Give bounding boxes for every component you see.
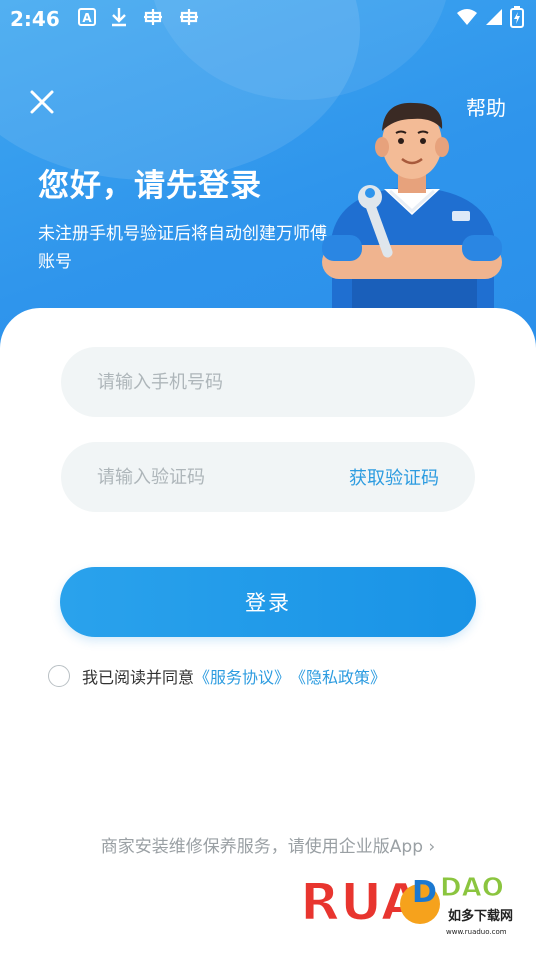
battery-icon — [510, 6, 524, 33]
enterprise-app-link[interactable]: 商家安装维修保养服务，请使用企业版App › — [0, 832, 536, 857]
download-icon — [110, 7, 128, 32]
agreement-checkbox[interactable] — [48, 665, 70, 687]
get-code-button[interactable]: 获取验证码 — [349, 464, 439, 490]
phone-field[interactable] — [61, 347, 475, 417]
bug-icon — [178, 7, 200, 32]
svg-text:DAO: DAO — [440, 873, 504, 903]
agreement-row: 我已阅读并同意 《服务协议》 《隐私政策》 — [48, 664, 386, 688]
svg-text:如多下载网: 如多下载网 — [448, 908, 513, 924]
bug-icon — [142, 7, 164, 32]
svg-text:www.ruaduo.com: www.ruaduo.com — [446, 928, 507, 936]
watermark-logo: RUA D DAO 如多下载网 www.ruaduo.com — [300, 872, 513, 936]
svg-text:A: A — [82, 11, 92, 25]
signal-icon — [484, 7, 504, 32]
page-title: 您好，请先登录 — [38, 168, 262, 204]
hero-banner: 2:46 A 帮助 您好，请先登录 未注册手机号验证后将自动创建万师傅账号 — [0, 0, 536, 360]
phone-input[interactable] — [97, 371, 439, 393]
close-icon — [30, 90, 54, 114]
page-subtitle: 未注册手机号验证后将自动创建万师傅账号 — [38, 224, 327, 272]
privacy-policy-link[interactable]: 《隐私政策》 — [290, 664, 386, 688]
technician-mascot-illustration — [322, 102, 502, 310]
status-bar: 2:46 A — [0, 0, 536, 38]
close-button[interactable] — [26, 88, 58, 120]
status-indicators — [456, 6, 524, 33]
status-time: 2:46 — [10, 7, 60, 31]
agreement-text: 我已阅读并同意 — [82, 668, 195, 687]
login-button[interactable]: 登录 — [60, 567, 476, 637]
svg-text:D: D — [412, 875, 437, 910]
service-agreement-link[interactable]: 《服务协议》 — [194, 664, 290, 688]
code-input[interactable] — [97, 466, 349, 488]
code-field[interactable]: 获取验证码 — [61, 442, 475, 512]
a-notification-icon: A — [77, 7, 96, 31]
wifi-icon — [456, 7, 478, 32]
